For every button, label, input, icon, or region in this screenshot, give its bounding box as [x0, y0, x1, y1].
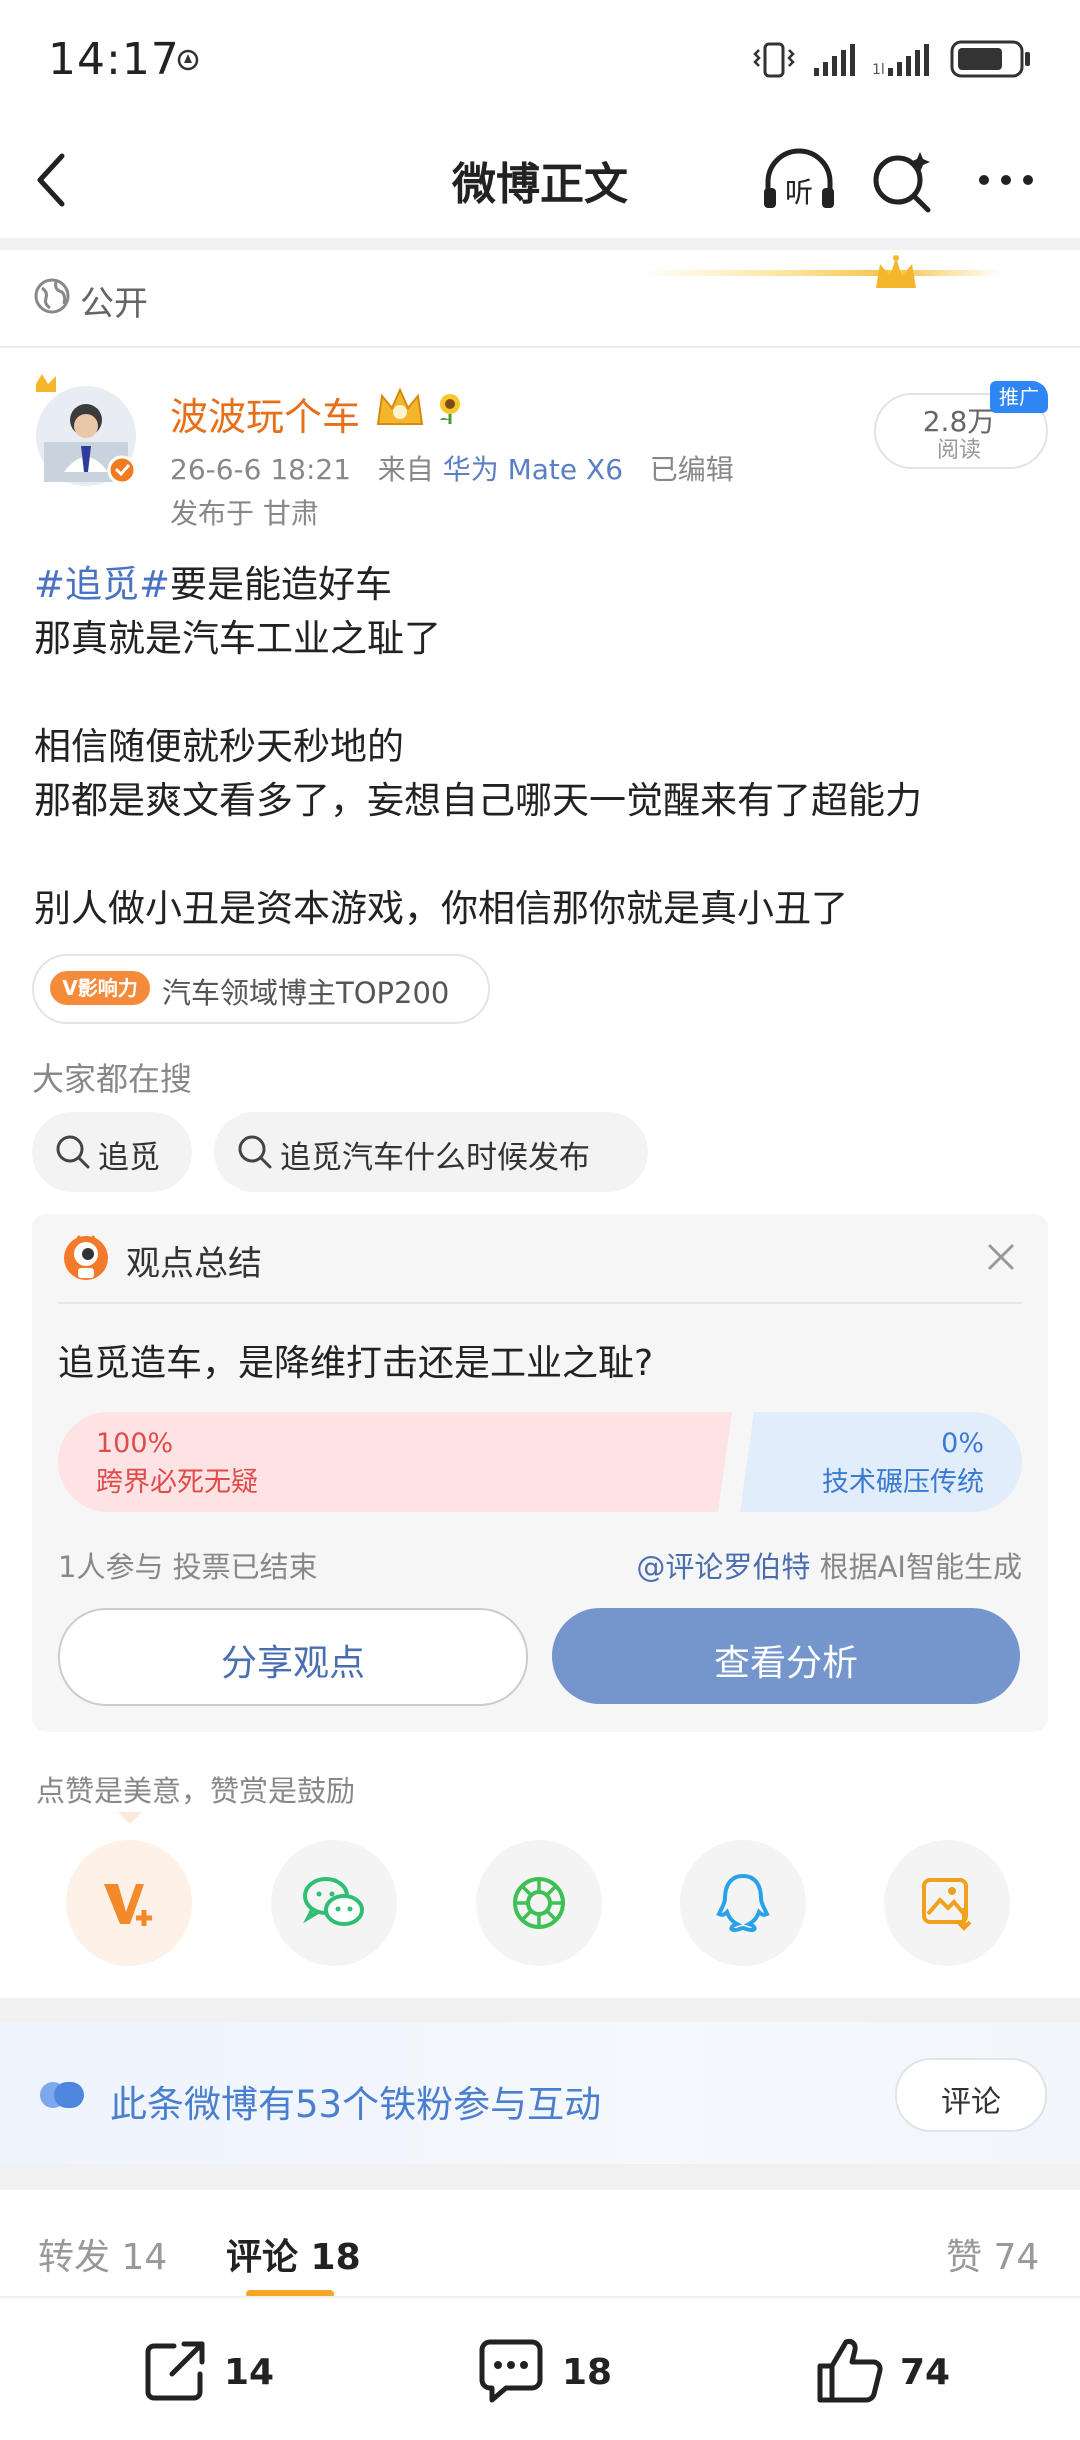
- search-icon[interactable]: [870, 148, 936, 214]
- ai-source: @评论罗伯特 根据AI智能生成: [636, 1550, 1022, 1584]
- post-line-4: 那都是爽文看多了，妄想自己哪天一觉醒来有了超能力: [34, 779, 922, 822]
- post-line-1: #追觅#要是能造好车: [34, 563, 393, 606]
- view-analysis-label: 查看分析: [713, 1643, 858, 1684]
- vote-option-left-percent: 100%: [96, 1428, 174, 1459]
- comment-count[interactable]: 18: [562, 2352, 612, 2393]
- vibrate-icon: [752, 40, 796, 80]
- section-divider: [0, 1998, 1080, 2022]
- moments-icon: [509, 1873, 569, 1933]
- search-icon: [54, 1133, 92, 1171]
- sunflower-icon: [432, 390, 468, 426]
- like-icon[interactable]: [814, 2334, 886, 2406]
- crown-badge-icon: [374, 386, 426, 430]
- battery-icon: [950, 38, 1032, 80]
- search-chip-label: 追觅: [98, 1140, 160, 1176]
- banner-comment-label: 评论: [941, 2085, 1001, 2120]
- share-opinion-label: 分享观点: [220, 1643, 365, 1684]
- post-date: 26-6-6 18:21: [170, 453, 352, 486]
- influence-text: 汽车领域博主TOP200: [162, 976, 450, 1010]
- post-edited[interactable]: 已编辑: [650, 453, 734, 486]
- comment-icon[interactable]: [476, 2336, 546, 2406]
- post-line-5: 别人做小丑是资本游戏，你相信那你就是真小丑了: [34, 887, 848, 930]
- ai-mascot-icon: [58, 1228, 114, 1284]
- hot-search-title: 大家都在搜: [32, 1060, 193, 1098]
- wechat-icon: [302, 1874, 366, 1932]
- vote-option-left-label: 跨界必死无疑: [96, 1467, 258, 1498]
- qq-icon: [715, 1872, 771, 1934]
- iron-fans-text: 此条微博有53个铁粉参与互动: [110, 2083, 602, 2126]
- repost-icon[interactable]: [140, 2336, 210, 2406]
- influence-badge: V影响力: [50, 971, 150, 1005]
- signal-icon-2: 1l: [872, 40, 938, 78]
- hint-pointer: [118, 1812, 142, 1826]
- section-divider: [0, 2164, 1080, 2190]
- globe-icon: [34, 278, 70, 314]
- tab-like[interactable]: 赞 74: [946, 2228, 1039, 2280]
- weibo-v-plus-icon: [100, 1874, 158, 1932]
- svg-text:听: 听: [785, 176, 813, 209]
- tab-repost[interactable]: 转发 14: [38, 2228, 167, 2280]
- post-from: 来自: [377, 453, 434, 486]
- promo-badge: 推广: [990, 381, 1048, 413]
- vote-participants: 1人参与 投票已结束: [58, 1550, 318, 1584]
- read-label: 阅读: [936, 438, 981, 463]
- row-divider: [0, 346, 1080, 348]
- post-location: 发布于 甘肃: [170, 497, 319, 530]
- vote-option-right-label: 技术碾压传统: [822, 1467, 984, 1498]
- post-line-2: 那真就是汽车工业之耻了: [34, 617, 441, 660]
- post-meta: 26-6-6 18:21 来自 华为 Mate X6 已编辑: [170, 448, 734, 488]
- status-time: 14:17: [48, 34, 180, 85]
- vote-option-right-percent: 0%: [941, 1428, 984, 1459]
- vote-question: 追觅造车，是降维打击还是工业之耻?: [58, 1343, 654, 1384]
- crown-glow: [640, 270, 1000, 276]
- author-name[interactable]: 波波玩个车: [170, 386, 360, 441]
- svg-text:1l: 1l: [872, 62, 885, 78]
- like-count[interactable]: 74: [900, 2352, 950, 2393]
- avatar[interactable]: [34, 372, 140, 488]
- crown-icon: [872, 254, 920, 294]
- section-divider: [0, 238, 1080, 250]
- save-image-icon: [918, 1874, 976, 1932]
- alarm-icon: [176, 48, 200, 72]
- card-divider: [58, 1302, 1022, 1304]
- ai-bot-link[interactable]: @评论罗伯特: [636, 1550, 810, 1584]
- search-icon: [236, 1133, 274, 1171]
- signal-icon: [812, 40, 862, 78]
- hashtag-link[interactable]: #追觅#: [34, 563, 170, 606]
- more-icon[interactable]: [976, 170, 1036, 190]
- reward-hint: 点赞是美意，赞赏是鼓励: [36, 1774, 356, 1808]
- tab-comment[interactable]: 评论 18: [226, 2228, 361, 2280]
- post-device[interactable]: 华为 Mate X6: [443, 453, 623, 486]
- visibility-label: 公开: [80, 284, 148, 324]
- fans-icon: [38, 2080, 88, 2110]
- search-chip-label: 追觅汽车什么时候发布: [280, 1140, 590, 1176]
- listen-icon[interactable]: 听: [760, 148, 838, 212]
- post-line-3: 相信随便就秒天秒地的: [34, 725, 404, 768]
- active-tab-indicator: [246, 2290, 334, 2298]
- close-icon[interactable]: [986, 1242, 1016, 1272]
- repost-count[interactable]: 14: [224, 2352, 274, 2393]
- card-title: 观点总结: [126, 1244, 262, 1284]
